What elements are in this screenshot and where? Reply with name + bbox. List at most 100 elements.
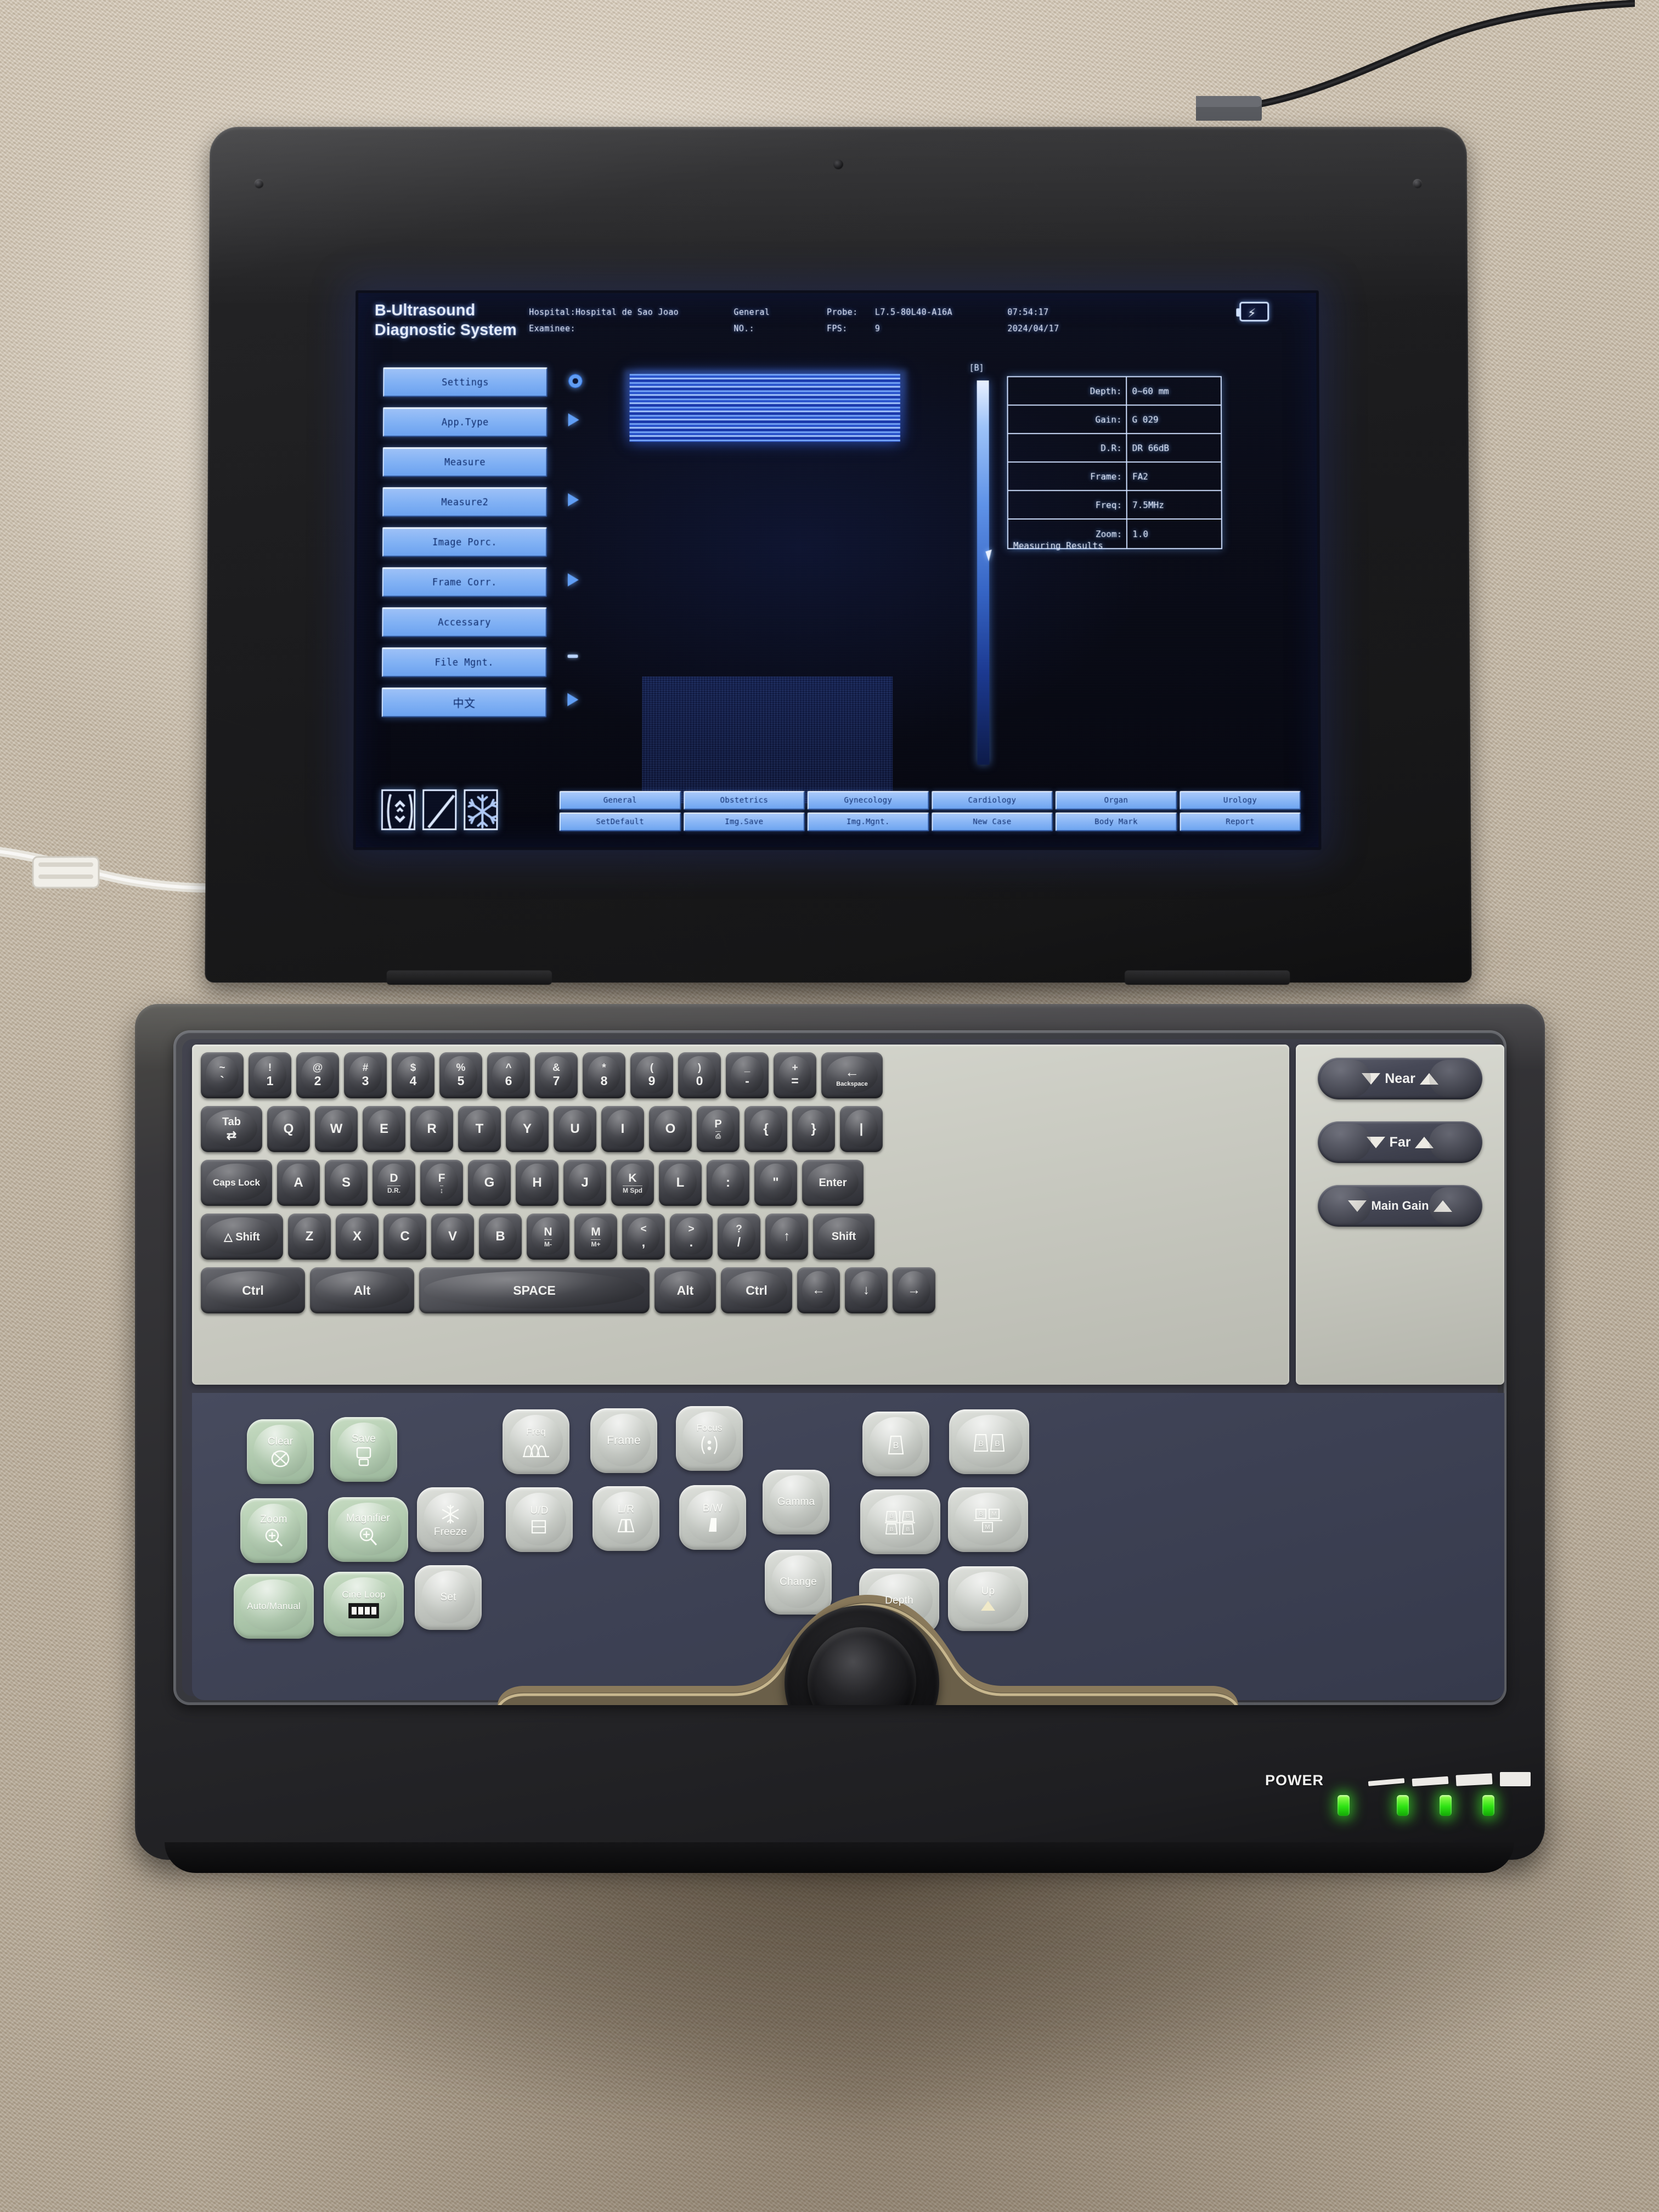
key-i[interactable]: I [601, 1106, 644, 1152]
gamma-curve-icon[interactable] [422, 789, 456, 830]
focus-button[interactable]: Focus [676, 1406, 743, 1471]
key-minus[interactable]: _ - [726, 1052, 769, 1098]
bottom-button-img-save[interactable]: Img.Save [683, 812, 805, 832]
key-j[interactable]: J [563, 1160, 606, 1206]
bottom-button-setdefault[interactable]: SetDefault [559, 812, 681, 832]
key-tilde[interactable]: ~ ` [201, 1052, 244, 1098]
freeze-button[interactable]: Freeze [417, 1487, 484, 1552]
bottom-button-report[interactable]: Report [1180, 812, 1301, 832]
menu-item-accessary[interactable]: Accessary [382, 607, 547, 637]
mode-4b-button[interactable]: B B B B [860, 1489, 940, 1554]
key-e[interactable]: E [363, 1106, 405, 1152]
key-f[interactable]: F ↨ [420, 1160, 463, 1206]
image-tool-icons[interactable] [381, 789, 498, 830]
far-gain-rocker[interactable]: Far [1318, 1121, 1482, 1163]
key-q[interactable]: Q [267, 1106, 310, 1152]
key-h[interactable]: H [516, 1160, 558, 1206]
key-arrow-left[interactable]: ← [797, 1267, 840, 1313]
auto-manual-button[interactable]: Auto/Manual [234, 1574, 314, 1639]
menu-item-measure[interactable]: Measure [382, 447, 548, 477]
set-button[interactable]: Set [415, 1565, 482, 1630]
mode-b-button[interactable]: B [862, 1412, 929, 1476]
far-increase-pad[interactable] [1429, 1124, 1480, 1161]
key-7[interactable]: & 7 [535, 1052, 578, 1098]
magnifier-button[interactable]: Magnifier [328, 1497, 408, 1562]
key-y[interactable]: Y [506, 1106, 549, 1152]
key-c[interactable]: C [383, 1214, 426, 1260]
key-arrow-down[interactable]: ↓ [845, 1267, 888, 1313]
key-5[interactable]: % 5 [439, 1052, 482, 1098]
menu-item-file-mgnt[interactable]: File Mgnt. [382, 647, 547, 678]
near-gain-rocker[interactable]: Near [1318, 1058, 1482, 1099]
b-w-invert-button[interactable]: B/W [679, 1485, 746, 1550]
key-w[interactable]: W [315, 1106, 358, 1152]
key-n[interactable]: N M- [527, 1214, 569, 1260]
key-period[interactable]: >. [670, 1214, 713, 1260]
key-k[interactable]: KM Spd [611, 1160, 654, 1206]
key-quote[interactable]: " [754, 1160, 797, 1206]
menu-item-frame-corr[interactable]: Frame Corr. [382, 567, 547, 597]
key-p[interactable]: P ⎙ [697, 1106, 740, 1152]
bottom-button-general[interactable]: General [559, 791, 681, 810]
key-d[interactable]: D D.R. [373, 1160, 415, 1206]
zoom-button[interactable]: Zoom [240, 1498, 307, 1563]
key-r[interactable]: R [410, 1106, 453, 1152]
key-8[interactable]: * 8 [583, 1052, 625, 1098]
main-gain-rocker[interactable]: Main Gain [1318, 1185, 1482, 1227]
key-l[interactable]: L [659, 1160, 702, 1206]
key-1[interactable]: ! 1 [249, 1052, 291, 1098]
mode-bm-button[interactable]: B M M [948, 1487, 1028, 1552]
freq-button[interactable]: Freq [503, 1409, 569, 1474]
screen-bottom-buttons[interactable]: General Obstetrics Gynecology Cardiology… [559, 791, 1301, 834]
clear-button[interactable]: Clear [247, 1419, 314, 1484]
key-t[interactable]: T [458, 1106, 501, 1152]
bottom-button-cardiology[interactable]: Cardiology [931, 791, 1053, 810]
scan-width-icon[interactable] [381, 789, 415, 830]
key-9[interactable]: (9 [630, 1052, 673, 1098]
key-2[interactable]: @2 [296, 1052, 339, 1098]
key-backspace[interactable]: ← Backspace [821, 1052, 883, 1098]
key-b[interactable]: B [479, 1214, 522, 1260]
key-alt-left[interactable]: Alt [310, 1267, 414, 1313]
key-z[interactable]: Z [288, 1214, 331, 1260]
key-6[interactable]: ^ 6 [487, 1052, 530, 1098]
key-semicolon[interactable]: : [707, 1160, 749, 1206]
bottom-button-urology[interactable]: Urology [1179, 791, 1301, 810]
main-gain-decrease-pad[interactable] [1321, 1187, 1371, 1224]
key-enter[interactable]: Enter [802, 1160, 864, 1206]
key-ctrl-right[interactable]: Ctrl [721, 1267, 792, 1313]
key-comma[interactable]: <, [622, 1214, 665, 1260]
u-d-flip-button[interactable]: U/D [506, 1487, 573, 1552]
menu-item-app-type[interactable]: App.Type [382, 407, 548, 437]
menu-item-settings[interactable]: Settings [383, 367, 548, 397]
key-shift-right[interactable]: Shift [813, 1214, 874, 1260]
key-m[interactable]: M M+ [574, 1214, 617, 1260]
key-4[interactable]: $4 [392, 1052, 435, 1098]
key-3[interactable]: #3 [344, 1052, 387, 1098]
key-o[interactable]: O [649, 1106, 692, 1152]
bottom-button-organ[interactable]: Organ [1055, 791, 1177, 810]
menu-item-language[interactable]: 中文 [381, 687, 547, 718]
key-alt-right[interactable]: Alt [654, 1267, 716, 1313]
key-tab[interactable]: Tab ⇄ [201, 1106, 262, 1152]
save-button[interactable]: Save [330, 1417, 397, 1482]
key-v[interactable]: V [431, 1214, 474, 1260]
key-x[interactable]: X [336, 1214, 379, 1260]
key-arrow-up[interactable]: ↑ [765, 1214, 808, 1260]
key-0[interactable]: ) 0 [678, 1052, 721, 1098]
key-a[interactable]: A [277, 1160, 320, 1206]
key-u[interactable]: U [554, 1106, 596, 1152]
mode-bb-button[interactable]: B B [949, 1409, 1029, 1474]
key-bracket-right[interactable]: } [792, 1106, 835, 1152]
far-decrease-pad[interactable] [1321, 1124, 1371, 1161]
key-s[interactable]: S [325, 1160, 368, 1206]
key-g[interactable]: G [468, 1160, 511, 1206]
key-ctrl-left[interactable]: Ctrl [201, 1267, 305, 1313]
key-bracket-left[interactable]: { [744, 1106, 787, 1152]
freeze-snowflake-icon[interactable] [464, 789, 498, 830]
bottom-button-img-mgnt[interactable]: Img.Mgnt. [807, 812, 929, 832]
ultrasound-image-area[interactable] [576, 369, 967, 803]
bottom-button-obstetrics[interactable]: Obstetrics [683, 791, 805, 810]
cine-loop-button[interactable]: Cine Loop [324, 1572, 404, 1637]
key-caps-lock[interactable]: Caps Lock [201, 1160, 272, 1206]
